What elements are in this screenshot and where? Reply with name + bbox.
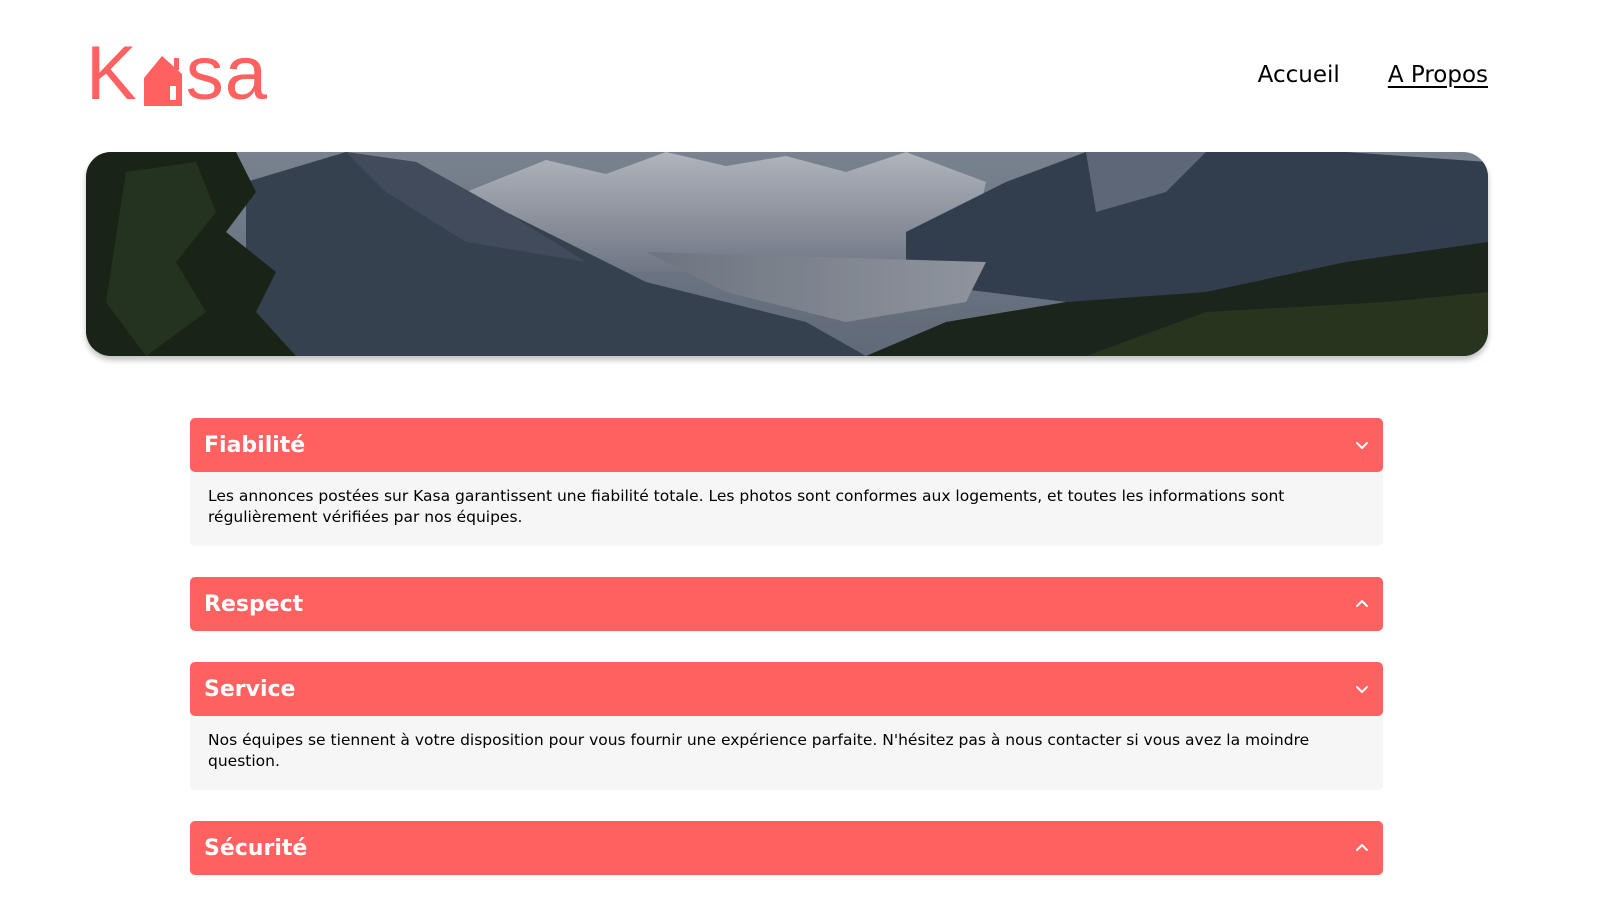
collapse-body-service: Nos équipes se tiennent à votre disposit…: [190, 710, 1383, 790]
mountain-landscape-image: [86, 152, 1488, 356]
collapse-title: Fiabilité: [204, 432, 306, 458]
collapse-securite: Sécurité: [190, 821, 1383, 875]
chevron-down-icon[interactable]: [1355, 684, 1369, 694]
collapse-header-securite[interactable]: Sécurité: [190, 821, 1383, 875]
about-banner-image: [86, 152, 1488, 356]
collapse-text: Les annonces postées sur Kasa garantisse…: [208, 487, 1285, 526]
collapse-text: Nos équipes se tiennent à votre disposit…: [208, 731, 1310, 770]
collapse-header-fiabilite[interactable]: Fiabilité: [190, 418, 1383, 472]
site-header: K s a Accueil A Propos: [86, 31, 1488, 116]
values-collapse-list: Fiabilité Les annonces postées sur Kasa …: [190, 418, 1383, 900]
chevron-up-icon[interactable]: [1355, 843, 1369, 853]
collapse-service: Service Nos équipes se tiennent à votre …: [190, 662, 1383, 790]
logo-letter-a: a: [224, 31, 268, 116]
collapse-respect: Respect: [190, 577, 1383, 631]
kasa-logo[interactable]: K s a: [86, 31, 268, 116]
nav-link-a-propos[interactable]: A Propos: [1388, 62, 1488, 88]
collapse-title: Sécurité: [204, 835, 308, 861]
collapse-title: Respect: [204, 591, 304, 617]
house-icon: [143, 56, 182, 106]
collapse-header-service[interactable]: Service: [190, 662, 1383, 716]
collapse-title: Service: [204, 676, 296, 702]
collapse-header-respect[interactable]: Respect: [190, 577, 1383, 631]
chevron-down-icon[interactable]: [1355, 440, 1369, 450]
logo-letter-k: K: [86, 31, 138, 116]
main-nav: Accueil A Propos: [1258, 62, 1488, 88]
collapse-fiabilite: Fiabilité Les annonces postées sur Kasa …: [190, 418, 1383, 546]
logo-letter-s: s: [185, 31, 225, 116]
collapse-body-fiabilite: Les annonces postées sur Kasa garantisse…: [190, 466, 1383, 546]
chevron-up-icon[interactable]: [1355, 599, 1369, 609]
nav-link-accueil[interactable]: Accueil: [1258, 62, 1340, 88]
